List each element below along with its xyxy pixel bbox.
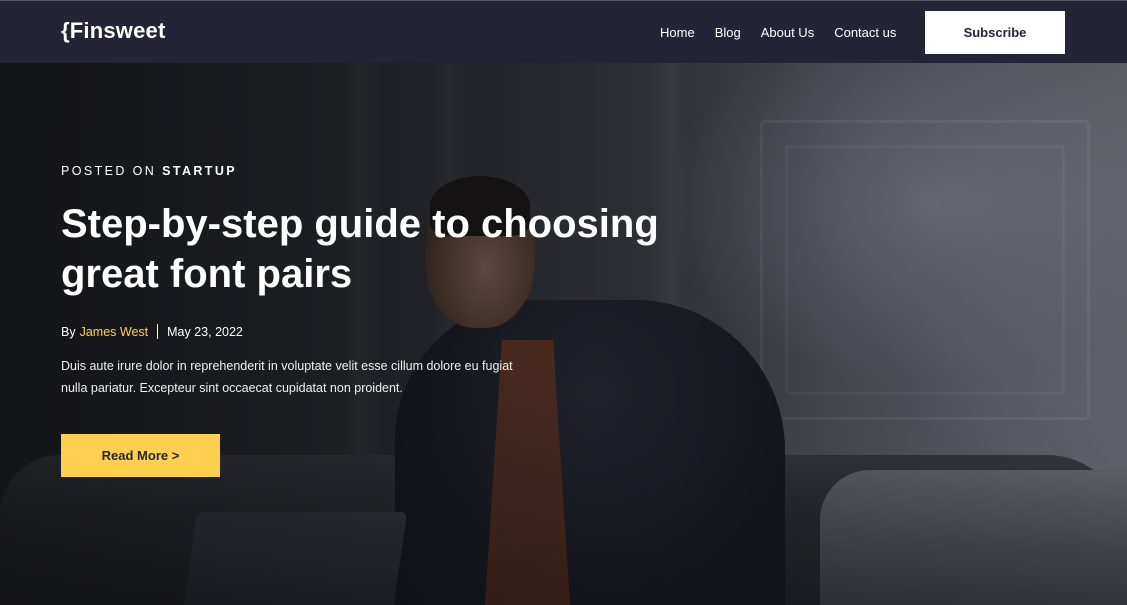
nav-link-about-us[interactable]: About Us <box>761 25 814 40</box>
author-link[interactable]: James West <box>80 325 149 339</box>
meta-divider <box>157 324 159 339</box>
nav-link-home[interactable]: Home <box>660 25 695 40</box>
category-link[interactable]: STARTUP <box>162 164 237 178</box>
post-excerpt: Duis aute irure dolor in reprehenderit i… <box>61 359 513 395</box>
by-prefix: By <box>61 324 76 339</box>
subscribe-button[interactable]: Subscribe <box>925 11 1065 54</box>
read-more-button[interactable]: Read More > <box>61 434 220 477</box>
posted-on-label: POSTED ON STARTUP <box>61 164 721 178</box>
post-meta: By James West May 23, 2022 <box>61 324 721 339</box>
navbar: {Finsweet Home Blog About Us Contact us … <box>0 0 1127 63</box>
logo[interactable]: {Finsweet <box>61 18 166 44</box>
post-date: May 23, 2022 <box>167 324 243 339</box>
page: {Finsweet Home Blog About Us Contact us … <box>0 0 1127 605</box>
hero-content: POSTED ON STARTUP Step-by-step guide to … <box>61 164 721 399</box>
posted-on-prefix: POSTED ON <box>61 164 157 178</box>
nav-link-blog[interactable]: Blog <box>715 25 741 40</box>
nav-links: Home Blog About Us Contact us <box>660 25 916 40</box>
nav-link-contact-us[interactable]: Contact us <box>834 25 896 40</box>
hero-title: Step-by-step guide to choosing great fon… <box>61 202 659 296</box>
